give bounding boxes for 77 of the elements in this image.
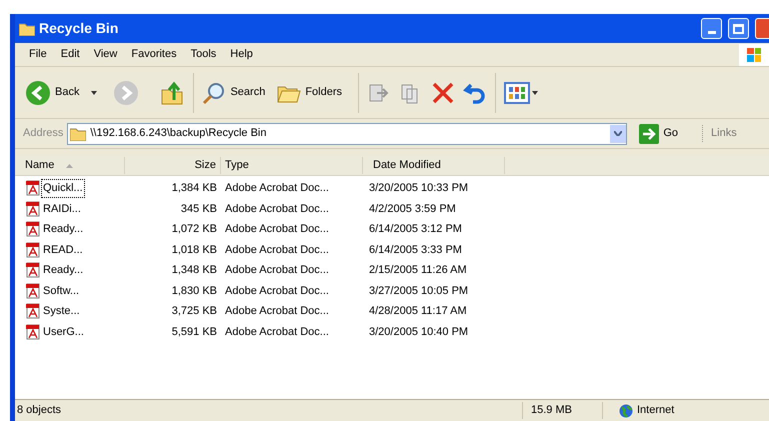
table-cell-text: 3,725 KB bbox=[170, 304, 218, 319]
close-button[interactable] bbox=[755, 18, 769, 39]
pdf-file-icon bbox=[25, 180, 41, 196]
file-name[interactable]: Ready... bbox=[41, 220, 86, 238]
file-name[interactable]: Syste... bbox=[41, 302, 82, 320]
pdf-file-icon bbox=[25, 282, 41, 299]
menu-item[interactable]: Help bbox=[230, 46, 253, 63]
back-button[interactable]: Back bbox=[25, 80, 84, 106]
table-cell-text: 1,018 KB bbox=[170, 242, 218, 258]
menu-item[interactable]: Edit bbox=[60, 46, 80, 63]
globe-icon bbox=[619, 404, 633, 418]
status-text: 8 objects bbox=[16, 403, 62, 418]
table-cell-text: 1,384 KB bbox=[170, 181, 218, 196]
address-field[interactable]: \\192.168.6.243\backup\Recycle Bin bbox=[67, 122, 628, 144]
table-cell-text: 2/15/2005 11:26 AM bbox=[368, 263, 468, 278]
go-button[interactable]: Go bbox=[639, 124, 678, 144]
pdf-file-icon bbox=[25, 324, 41, 340]
dropdown-caret-icon[interactable] bbox=[91, 90, 98, 94]
windows-logo-icon bbox=[739, 44, 769, 66]
sort-arrow-icon bbox=[66, 164, 74, 168]
table-cell-text: 3/20/2005 10:33 PM bbox=[368, 181, 470, 196]
folders-button[interactable]: Folders bbox=[277, 82, 342, 104]
table-cell-text: Adobe Acrobat Doc... bbox=[224, 284, 330, 298]
menu-item[interactable]: Favorites bbox=[131, 46, 177, 63]
delete-icon[interactable] bbox=[431, 80, 456, 104]
table-cell-text: Adobe Acrobat Doc... bbox=[224, 202, 330, 216]
table-cell-text: Adobe Acrobat Doc... bbox=[224, 181, 330, 196]
folder-up-icon[interactable] bbox=[159, 80, 186, 106]
table-cell-text: Adobe Acrobat Doc... bbox=[224, 222, 330, 237]
address-label: Address bbox=[23, 126, 64, 142]
views-button[interactable] bbox=[504, 82, 538, 104]
table-cell-text: 4/28/2005 11:17 AM bbox=[368, 304, 468, 319]
table-cell-text: Adobe Acrobat Doc... bbox=[224, 263, 330, 278]
pdf-file-icon bbox=[25, 242, 41, 258]
folder-icon bbox=[70, 126, 86, 140]
table-cell-text: Adobe Acrobat Doc... bbox=[224, 242, 330, 258]
file-name[interactable]: READ... bbox=[41, 240, 85, 259]
table-cell-text: 1,830 KB bbox=[170, 284, 218, 298]
table-cell-text: 345 KB bbox=[180, 202, 218, 216]
table-cell-text: 1,072 KB bbox=[170, 222, 218, 237]
status-text: 15.9 MB bbox=[522, 402, 602, 419]
minimize-button[interactable] bbox=[701, 18, 722, 39]
table-cell-text: 5,591 KB bbox=[170, 324, 218, 340]
column-header[interactable]: Size bbox=[125, 157, 221, 174]
caret-icon bbox=[532, 90, 538, 94]
table-cell-text: 6/14/2005 3:12 PM bbox=[368, 222, 463, 237]
table-cell-text: 3/20/2005 10:40 PM bbox=[368, 324, 470, 340]
folder-icon bbox=[19, 22, 35, 36]
pdf-file-icon bbox=[25, 221, 41, 238]
file-name[interactable]: UserG... bbox=[41, 322, 86, 341]
window-title: Recycle Bin bbox=[39, 19, 120, 38]
search-icon bbox=[202, 80, 226, 104]
table-cell-text: 4/2/2005 3:59 PM bbox=[368, 202, 457, 216]
pdf-file-icon bbox=[25, 262, 41, 278]
status-text: Internet bbox=[637, 403, 674, 418]
column-header[interactable]: Name bbox=[15, 157, 125, 174]
file-name[interactable]: RAIDi... bbox=[41, 200, 83, 218]
file-name[interactable]: Quickl... bbox=[41, 179, 85, 198]
links-button[interactable]: Links bbox=[702, 125, 737, 142]
menu-item[interactable]: File bbox=[29, 46, 47, 63]
table-cell-text: 1,348 KB bbox=[170, 263, 218, 278]
table-cell-text: 6/14/2005 3:33 PM bbox=[368, 242, 463, 258]
menu-item[interactable]: View bbox=[94, 46, 118, 63]
file-name[interactable]: Softw... bbox=[41, 282, 82, 300]
table-cell-text: Adobe Acrobat Doc... bbox=[224, 304, 330, 319]
table-cell-text: Adobe Acrobat Doc... bbox=[224, 324, 330, 340]
menu-item[interactable]: Tools bbox=[190, 46, 216, 63]
column-header[interactable]: Type bbox=[221, 157, 363, 174]
column-header[interactable]: Date Modified bbox=[363, 157, 505, 174]
search-button[interactable]: Search bbox=[202, 80, 266, 104]
dropdown-button[interactable] bbox=[610, 124, 626, 142]
maximize-button[interactable] bbox=[728, 18, 749, 39]
chevron-icon bbox=[614, 131, 622, 136]
file-name[interactable]: Ready... bbox=[41, 261, 86, 280]
table-cell-text: 3/27/2005 10:05 PM bbox=[368, 284, 470, 298]
pdf-file-icon bbox=[25, 303, 41, 320]
pdf-file-icon bbox=[25, 200, 41, 217]
